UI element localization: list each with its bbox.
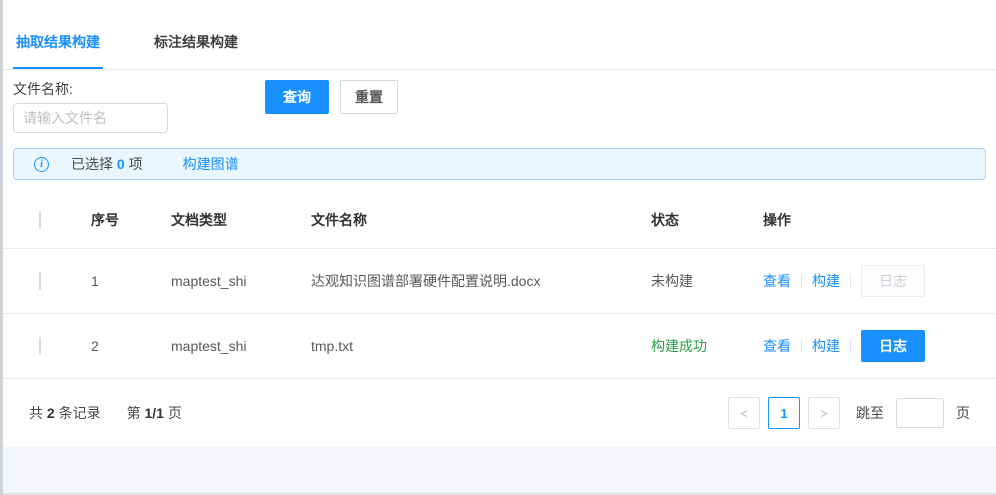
pager-controls: < 1 > 跳至 页: [728, 397, 970, 429]
cell-index: 2: [91, 338, 171, 354]
header-status: 状态: [651, 210, 763, 230]
search-button[interactable]: 查询: [265, 80, 329, 114]
cell-doc-type: maptest_shi: [171, 338, 311, 354]
reset-button[interactable]: 重置: [340, 80, 398, 114]
page-suffix: 页: [168, 405, 182, 421]
file-name-input[interactable]: [13, 103, 168, 133]
table-row: 2 maptest_shi tmp.txt 构建成功 查看 构建 日志: [3, 314, 996, 379]
prev-page-button[interactable]: <: [728, 397, 760, 429]
filter-section: 文件名称: 查询 重置: [3, 70, 996, 146]
action-divider: [801, 274, 802, 288]
total-records-text: 共 2 条记录: [29, 403, 101, 423]
cell-status: 构建成功: [651, 336, 763, 356]
cell-doc-type: maptest_shi: [171, 273, 311, 289]
cell-index: 1: [91, 273, 171, 289]
build-graph-link[interactable]: 构建图谱: [183, 154, 239, 174]
row-checkbox[interactable]: [39, 337, 41, 355]
build-link[interactable]: 构建: [812, 336, 840, 356]
table-row: 1 maptest_shi 达观知识图谱部署硬件配置说明.docx 未构建 查看…: [3, 249, 996, 314]
view-link[interactable]: 查看: [763, 336, 791, 356]
jump-page-suffix: 页: [956, 403, 970, 423]
cell-actions: 查看 构建 日志: [763, 265, 996, 297]
tab-extract-result-build[interactable]: 抽取结果构建: [13, 32, 103, 69]
total-prefix: 共: [29, 405, 43, 421]
pagination-bar: 共 2 条记录 第 1/1 页 < 1 > 跳至 页: [3, 379, 996, 447]
action-divider: [850, 274, 851, 288]
selection-alert-bar: i 已选择 0 项 构建图谱: [13, 148, 986, 180]
current-page-button[interactable]: 1: [768, 397, 800, 429]
selected-prefix: 已选择: [71, 156, 113, 172]
header-doc-type: 文档类型: [171, 210, 311, 230]
header-file-name: 文件名称: [311, 210, 651, 230]
total-count: 2: [47, 405, 55, 421]
action-divider: [801, 339, 802, 353]
cell-file-name: tmp.txt: [311, 338, 651, 354]
page-background: [3, 447, 996, 495]
build-link[interactable]: 构建: [812, 271, 840, 291]
log-button-disabled: 日志: [861, 265, 925, 297]
page-panel: 抽取结果构建 标注结果构建 文件名称: 查询 重置 i 已选择 0 项 构建图谱…: [0, 0, 996, 495]
info-circle-icon: i: [34, 157, 49, 172]
file-name-label: 文件名称:: [13, 79, 73, 99]
jump-page-input[interactable]: [896, 398, 944, 428]
header-actions: 操作: [763, 210, 996, 230]
table-header-row: 序号 文档类型 文件名称 状态 操作: [3, 192, 996, 249]
tab-bar: 抽取结果构建 标注结果构建: [3, 0, 996, 70]
tab-annotation-result-build[interactable]: 标注结果构建: [151, 32, 241, 69]
page-value: 1/1: [144, 405, 163, 421]
total-suffix: 条记录: [59, 405, 101, 421]
log-button[interactable]: 日志: [861, 330, 925, 362]
cell-actions: 查看 构建 日志: [763, 330, 996, 362]
main-content: 抽取结果构建 标注结果构建 文件名称: 查询 重置 i 已选择 0 项 构建图谱…: [3, 0, 996, 447]
select-all-checkbox[interactable]: [39, 211, 41, 229]
selected-suffix: 项: [129, 156, 143, 172]
view-link[interactable]: 查看: [763, 271, 791, 291]
next-page-button[interactable]: >: [808, 397, 840, 429]
row-checkbox[interactable]: [39, 272, 41, 290]
header-index: 序号: [91, 210, 171, 230]
file-table: 序号 文档类型 文件名称 状态 操作 1 maptest_shi 达观知识图谱部…: [3, 192, 996, 379]
jump-to-label: 跳至: [856, 403, 884, 423]
selected-count-text: 已选择 0 项: [71, 154, 143, 174]
cell-file-name: 达观知识图谱部署硬件配置说明.docx: [311, 271, 651, 291]
selected-count: 0: [117, 156, 125, 172]
cell-status: 未构建: [651, 271, 763, 291]
page-prefix: 第: [127, 405, 141, 421]
action-divider: [850, 339, 851, 353]
page-indicator-text: 第 1/1 页: [127, 403, 182, 423]
